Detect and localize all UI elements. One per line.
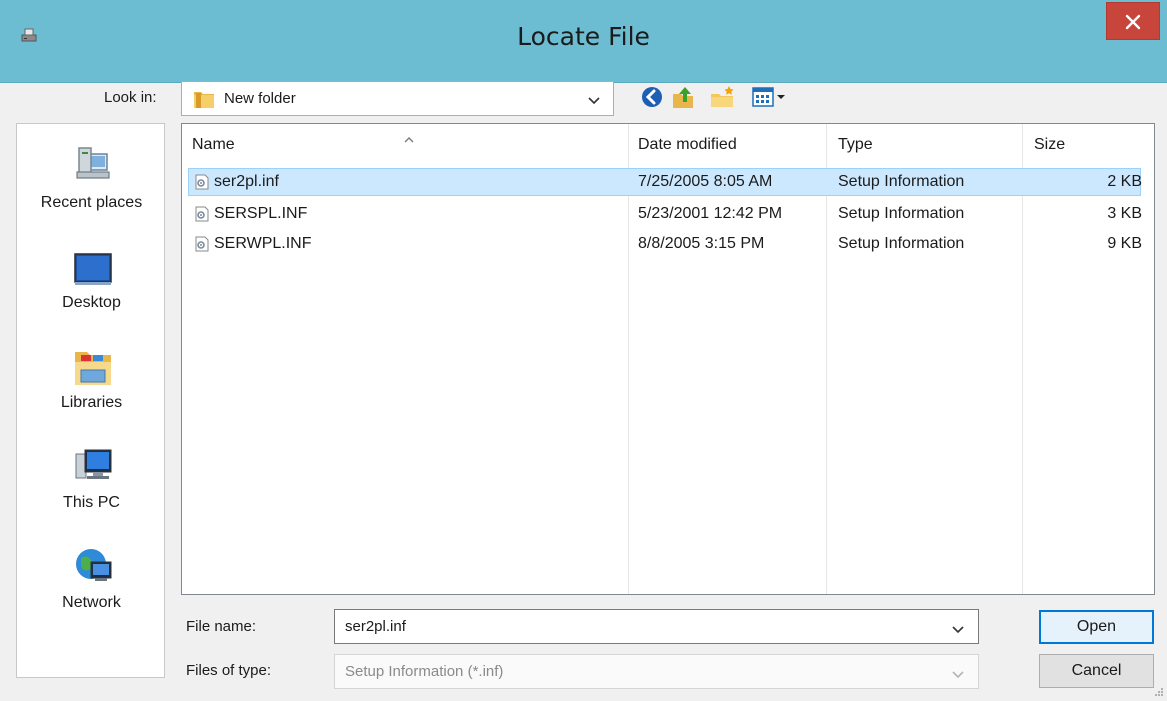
file-row[interactable]: SERWPL.INF 8/8/2005 3:15 PM Setup Inform… bbox=[182, 230, 1154, 258]
file-type: Setup Information bbox=[838, 205, 965, 222]
file-name-input[interactable]: ser2pl.inf bbox=[334, 609, 979, 644]
folder-icon bbox=[193, 89, 215, 114]
file-size: 2 KB bbox=[1107, 173, 1142, 190]
recent-places-icon bbox=[73, 144, 113, 184]
desktop-icon bbox=[73, 248, 113, 288]
setup-file-icon bbox=[194, 236, 210, 252]
close-icon bbox=[1125, 14, 1141, 30]
file-size: 9 KB bbox=[1107, 235, 1142, 252]
place-desktop[interactable]: Desktop bbox=[17, 242, 166, 332]
file-name: ser2pl.inf bbox=[214, 173, 279, 190]
file-name: SERSPL.INF bbox=[214, 205, 308, 222]
column-header-date-modified[interactable]: Date modified bbox=[628, 124, 826, 166]
column-header-type[interactable]: Type bbox=[826, 124, 1022, 166]
back-arrow-icon bbox=[642, 87, 662, 107]
cancel-button[interactable]: Cancel bbox=[1039, 654, 1154, 688]
place-label: Network bbox=[62, 594, 121, 611]
place-network[interactable]: Network bbox=[17, 542, 166, 632]
look-in-value: New folder bbox=[224, 90, 296, 107]
file-size: 3 KB bbox=[1107, 205, 1142, 222]
open-button[interactable]: Open bbox=[1039, 610, 1154, 644]
view-menu-button[interactable] bbox=[751, 84, 791, 112]
look-in-label: Look in: bbox=[104, 89, 157, 106]
place-label: Libraries bbox=[60, 394, 123, 411]
window-title: Locate File bbox=[517, 22, 650, 51]
back-button[interactable] bbox=[640, 84, 664, 112]
sort-ascending-icon bbox=[404, 137, 414, 143]
file-type: Setup Information bbox=[838, 173, 965, 190]
this-pc-icon bbox=[73, 446, 113, 486]
place-recent-places[interactable]: Recent places bbox=[17, 134, 166, 224]
column-header-name[interactable]: Name bbox=[182, 124, 628, 166]
file-type-label: Files of type: bbox=[186, 662, 272, 679]
file-type-value: Setup Information (*.inf) bbox=[345, 663, 504, 680]
place-label: This PC bbox=[63, 494, 120, 511]
chevron-down-icon[interactable] bbox=[952, 622, 964, 640]
place-libraries[interactable]: Libraries bbox=[17, 342, 166, 432]
file-date: 8/8/2005 3:15 PM bbox=[638, 235, 765, 252]
setup-file-icon bbox=[194, 174, 210, 190]
close-button[interactable] bbox=[1106, 2, 1160, 40]
look-in-dropdown[interactable]: New folder bbox=[181, 81, 614, 116]
file-list[interactable]: Name Date modified Type Size ser2pl.inf … bbox=[181, 123, 1155, 595]
chevron-down-icon bbox=[588, 93, 600, 111]
file-date: 5/23/2001 12:42 PM bbox=[638, 205, 783, 222]
file-type: Setup Information bbox=[838, 235, 965, 252]
libraries-icon bbox=[73, 346, 113, 386]
column-header-size[interactable]: Size bbox=[1022, 124, 1154, 166]
network-icon bbox=[73, 546, 113, 586]
up-one-level-button[interactable] bbox=[670, 84, 696, 112]
places-bar: Recent places Desktop Libraries This PC … bbox=[16, 123, 165, 678]
title-bar: Locate File bbox=[0, 0, 1167, 83]
file-row[interactable]: SERSPL.INF 5/23/2001 12:42 PM Setup Info… bbox=[182, 200, 1154, 228]
place-this-pc[interactable]: This PC bbox=[17, 442, 166, 532]
file-name-value: ser2pl.inf bbox=[345, 618, 406, 635]
file-name-label: File name: bbox=[186, 618, 257, 635]
file-date: 7/25/2005 8:05 AM bbox=[638, 173, 773, 190]
view-menu-icon bbox=[752, 87, 785, 107]
file-name: SERWPL.INF bbox=[214, 235, 312, 252]
chevron-down-icon bbox=[952, 667, 964, 685]
place-label: Recent places bbox=[40, 194, 143, 211]
file-type-dropdown[interactable]: Setup Information (*.inf) bbox=[334, 654, 979, 689]
place-label: Desktop bbox=[62, 294, 121, 311]
resize-grip-icon[interactable] bbox=[1153, 686, 1165, 698]
folder-up-icon bbox=[673, 87, 693, 108]
setup-file-icon bbox=[194, 206, 210, 222]
new-folder-button[interactable] bbox=[709, 84, 737, 112]
file-row[interactable]: ser2pl.inf 7/25/2005 8:05 AM Setup Infor… bbox=[182, 168, 1154, 196]
new-folder-icon bbox=[711, 86, 734, 107]
